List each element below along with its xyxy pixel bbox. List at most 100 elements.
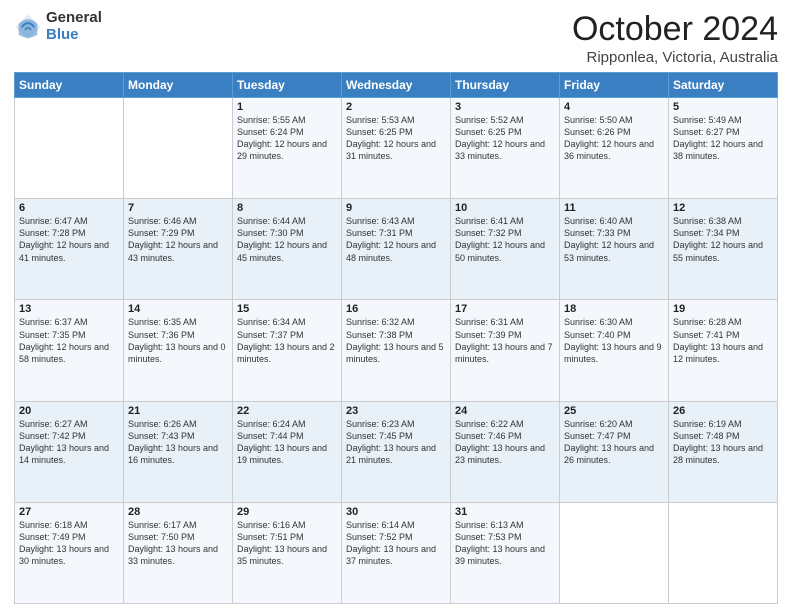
calendar-cell: 26Sunrise: 6:19 AM Sunset: 7:48 PM Dayli… — [669, 401, 778, 502]
day-number: 6 — [19, 202, 119, 214]
day-number: 26 — [673, 405, 773, 417]
day-number: 12 — [673, 202, 773, 214]
day-number: 19 — [673, 303, 773, 315]
day-details: Sunrise: 6:14 AM Sunset: 7:52 PM Dayligh… — [346, 519, 446, 568]
day-number: 23 — [346, 405, 446, 417]
weekday-header-monday: Monday — [124, 73, 233, 98]
day-number: 18 — [564, 303, 664, 315]
day-number: 2 — [346, 101, 446, 113]
weekday-header-tuesday: Tuesday — [233, 73, 342, 98]
day-details: Sunrise: 6:22 AM Sunset: 7:46 PM Dayligh… — [455, 418, 555, 467]
calendar-cell: 27Sunrise: 6:18 AM Sunset: 7:49 PM Dayli… — [15, 502, 124, 603]
calendar-cell: 31Sunrise: 6:13 AM Sunset: 7:53 PM Dayli… — [451, 502, 560, 603]
day-number: 1 — [237, 101, 337, 113]
calendar-cell: 7Sunrise: 6:46 AM Sunset: 7:29 PM Daylig… — [124, 199, 233, 300]
calendar-cell: 20Sunrise: 6:27 AM Sunset: 7:42 PM Dayli… — [15, 401, 124, 502]
day-details: Sunrise: 6:26 AM Sunset: 7:43 PM Dayligh… — [128, 418, 228, 467]
calendar-cell: 9Sunrise: 6:43 AM Sunset: 7:31 PM Daylig… — [342, 199, 451, 300]
calendar-cell: 28Sunrise: 6:17 AM Sunset: 7:50 PM Dayli… — [124, 502, 233, 603]
calendar-cell: 30Sunrise: 6:14 AM Sunset: 7:52 PM Dayli… — [342, 502, 451, 603]
day-number: 28 — [128, 506, 228, 518]
day-details: Sunrise: 6:13 AM Sunset: 7:53 PM Dayligh… — [455, 519, 555, 568]
day-details: Sunrise: 6:32 AM Sunset: 7:38 PM Dayligh… — [346, 316, 446, 365]
calendar-cell: 25Sunrise: 6:20 AM Sunset: 7:47 PM Dayli… — [560, 401, 669, 502]
calendar-cell: 24Sunrise: 6:22 AM Sunset: 7:46 PM Dayli… — [451, 401, 560, 502]
day-number: 14 — [128, 303, 228, 315]
day-details: Sunrise: 6:23 AM Sunset: 7:45 PM Dayligh… — [346, 418, 446, 467]
day-details: Sunrise: 6:43 AM Sunset: 7:31 PM Dayligh… — [346, 215, 446, 264]
day-number: 22 — [237, 405, 337, 417]
calendar-cell: 2Sunrise: 5:53 AM Sunset: 6:25 PM Daylig… — [342, 98, 451, 199]
page: General Blue October 2024 Ripponlea, Vic… — [0, 0, 792, 612]
day-details: Sunrise: 6:27 AM Sunset: 7:42 PM Dayligh… — [19, 418, 119, 467]
day-details: Sunrise: 6:37 AM Sunset: 7:35 PM Dayligh… — [19, 316, 119, 365]
day-details: Sunrise: 6:40 AM Sunset: 7:33 PM Dayligh… — [564, 215, 664, 264]
day-number: 5 — [673, 101, 773, 113]
day-number: 8 — [237, 202, 337, 214]
day-details: Sunrise: 6:41 AM Sunset: 7:32 PM Dayligh… — [455, 215, 555, 264]
weekday-header-sunday: Sunday — [15, 73, 124, 98]
day-details: Sunrise: 6:47 AM Sunset: 7:28 PM Dayligh… — [19, 215, 119, 264]
weekday-header-row: SundayMondayTuesdayWednesdayThursdayFrid… — [15, 73, 778, 98]
logo-icon — [14, 13, 42, 41]
day-number: 21 — [128, 405, 228, 417]
logo-general-text: General — [46, 10, 102, 27]
calendar-cell: 8Sunrise: 6:44 AM Sunset: 7:30 PM Daylig… — [233, 199, 342, 300]
day-number: 3 — [455, 101, 555, 113]
calendar-week-row: 13Sunrise: 6:37 AM Sunset: 7:35 PM Dayli… — [15, 300, 778, 401]
weekday-header-thursday: Thursday — [451, 73, 560, 98]
day-details: Sunrise: 6:38 AM Sunset: 7:34 PM Dayligh… — [673, 215, 773, 264]
day-number: 10 — [455, 202, 555, 214]
day-details: Sunrise: 6:28 AM Sunset: 7:41 PM Dayligh… — [673, 316, 773, 365]
calendar-cell: 14Sunrise: 6:35 AM Sunset: 7:36 PM Dayli… — [124, 300, 233, 401]
weekday-header-friday: Friday — [560, 73, 669, 98]
header: General Blue October 2024 Ripponlea, Vic… — [14, 10, 778, 66]
day-details: Sunrise: 6:30 AM Sunset: 7:40 PM Dayligh… — [564, 316, 664, 365]
day-details: Sunrise: 6:44 AM Sunset: 7:30 PM Dayligh… — [237, 215, 337, 264]
day-details: Sunrise: 6:31 AM Sunset: 7:39 PM Dayligh… — [455, 316, 555, 365]
day-details: Sunrise: 6:24 AM Sunset: 7:44 PM Dayligh… — [237, 418, 337, 467]
day-number: 15 — [237, 303, 337, 315]
calendar-cell: 23Sunrise: 6:23 AM Sunset: 7:45 PM Dayli… — [342, 401, 451, 502]
day-details: Sunrise: 5:49 AM Sunset: 6:27 PM Dayligh… — [673, 114, 773, 163]
title-month: October 2024 — [572, 10, 778, 49]
calendar-week-row: 27Sunrise: 6:18 AM Sunset: 7:49 PM Dayli… — [15, 502, 778, 603]
calendar-week-row: 1Sunrise: 5:55 AM Sunset: 6:24 PM Daylig… — [15, 98, 778, 199]
day-number: 9 — [346, 202, 446, 214]
calendar-cell: 4Sunrise: 5:50 AM Sunset: 6:26 PM Daylig… — [560, 98, 669, 199]
calendar-header: SundayMondayTuesdayWednesdayThursdayFrid… — [15, 73, 778, 98]
day-number: 11 — [564, 202, 664, 214]
calendar-cell: 29Sunrise: 6:16 AM Sunset: 7:51 PM Dayli… — [233, 502, 342, 603]
calendar-cell: 12Sunrise: 6:38 AM Sunset: 7:34 PM Dayli… — [669, 199, 778, 300]
calendar-cell: 17Sunrise: 6:31 AM Sunset: 7:39 PM Dayli… — [451, 300, 560, 401]
day-number: 24 — [455, 405, 555, 417]
logo: General Blue — [14, 10, 102, 43]
day-details: Sunrise: 6:18 AM Sunset: 7:49 PM Dayligh… — [19, 519, 119, 568]
day-details: Sunrise: 6:35 AM Sunset: 7:36 PM Dayligh… — [128, 316, 228, 365]
calendar-cell: 16Sunrise: 6:32 AM Sunset: 7:38 PM Dayli… — [342, 300, 451, 401]
calendar-cell: 1Sunrise: 5:55 AM Sunset: 6:24 PM Daylig… — [233, 98, 342, 199]
day-details: Sunrise: 6:19 AM Sunset: 7:48 PM Dayligh… — [673, 418, 773, 467]
day-details: Sunrise: 5:53 AM Sunset: 6:25 PM Dayligh… — [346, 114, 446, 163]
title-location: Ripponlea, Victoria, Australia — [572, 49, 778, 66]
day-number: 25 — [564, 405, 664, 417]
day-number: 30 — [346, 506, 446, 518]
day-number: 17 — [455, 303, 555, 315]
calendar-cell — [124, 98, 233, 199]
day-number: 16 — [346, 303, 446, 315]
calendar-table: SundayMondayTuesdayWednesdayThursdayFrid… — [14, 72, 778, 604]
day-details: Sunrise: 5:52 AM Sunset: 6:25 PM Dayligh… — [455, 114, 555, 163]
logo-blue-text: Blue — [46, 27, 102, 44]
calendar-cell: 18Sunrise: 6:30 AM Sunset: 7:40 PM Dayli… — [560, 300, 669, 401]
calendar-cell: 19Sunrise: 6:28 AM Sunset: 7:41 PM Dayli… — [669, 300, 778, 401]
calendar-cell: 22Sunrise: 6:24 AM Sunset: 7:44 PM Dayli… — [233, 401, 342, 502]
calendar-body: 1Sunrise: 5:55 AM Sunset: 6:24 PM Daylig… — [15, 98, 778, 604]
day-details: Sunrise: 6:46 AM Sunset: 7:29 PM Dayligh… — [128, 215, 228, 264]
calendar-cell: 3Sunrise: 5:52 AM Sunset: 6:25 PM Daylig… — [451, 98, 560, 199]
calendar-cell: 11Sunrise: 6:40 AM Sunset: 7:33 PM Dayli… — [560, 199, 669, 300]
calendar-cell — [560, 502, 669, 603]
day-number: 4 — [564, 101, 664, 113]
day-number: 27 — [19, 506, 119, 518]
calendar-cell: 15Sunrise: 6:34 AM Sunset: 7:37 PM Dayli… — [233, 300, 342, 401]
day-number: 29 — [237, 506, 337, 518]
